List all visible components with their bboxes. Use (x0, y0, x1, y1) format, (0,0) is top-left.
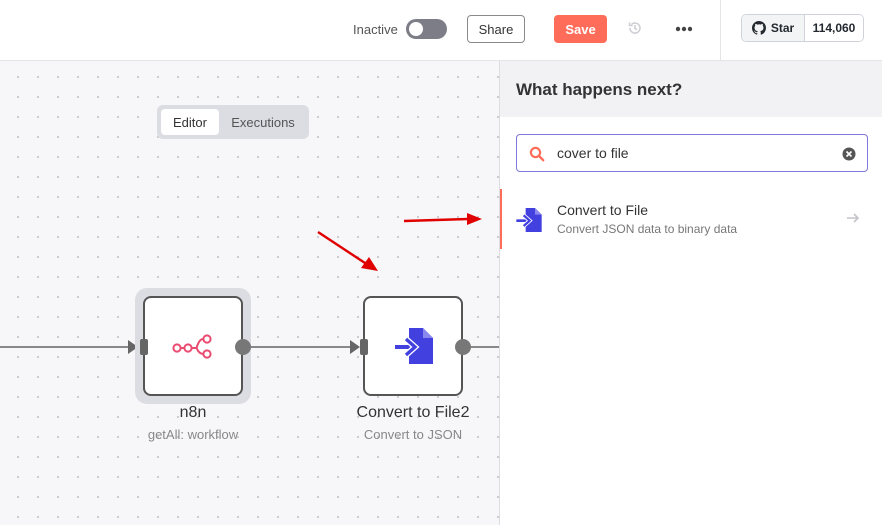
convert-to-file-icon (395, 328, 433, 364)
edge-arrowhead-icon (350, 340, 360, 354)
workflow-node-convert-to-file2[interactable] (363, 296, 463, 396)
search-icon (529, 146, 545, 162)
result-description: Convert JSON data to binary data (557, 222, 738, 236)
github-star-button[interactable]: Star (742, 15, 805, 41)
clear-search-icon[interactable] (842, 147, 856, 161)
github-icon (751, 21, 766, 35)
connection-edge (470, 346, 499, 348)
n8n-logo-icon (172, 334, 212, 359)
arrow-right-icon (847, 213, 860, 223)
toggle-knob (409, 22, 423, 36)
more-options-icon[interactable] (675, 26, 693, 32)
node-output-handle[interactable] (455, 339, 471, 355)
tab-executions[interactable]: Executions (221, 109, 305, 135)
node-output-handle[interactable] (235, 339, 251, 355)
connection-edge (250, 346, 354, 348)
node-title: Convert to File2 (356, 404, 470, 421)
node-input-handle[interactable] (360, 339, 368, 355)
panel-title: What happens next? (516, 80, 683, 99)
github-star-label: Star (770, 21, 795, 35)
panel-header: What happens next? (500, 61, 882, 117)
node-search-box[interactable] (516, 134, 868, 172)
connection-edge (0, 346, 133, 348)
share-button[interactable]: Share (467, 15, 525, 43)
active-status-label: Inactive (353, 22, 398, 37)
node-subtitle: Convert to JSON (363, 427, 463, 442)
tab-editor[interactable]: Editor (161, 109, 219, 135)
workflow-node-n8n[interactable] (143, 296, 243, 396)
result-title: Convert to File (557, 202, 649, 218)
node-input-handle[interactable] (140, 339, 148, 355)
view-tabs: Editor Executions (157, 105, 309, 139)
header-divider (720, 0, 721, 61)
github-star-count[interactable]: 114,060 (805, 15, 863, 41)
search-result-item[interactable]: Convert to File Convert JSON data to bin… (500, 189, 882, 249)
convert-to-file-icon (516, 208, 542, 232)
search-input[interactable] (557, 143, 827, 163)
history-icon[interactable] (627, 20, 643, 36)
result-highlight-bar (500, 189, 502, 249)
workflow-canvas[interactable]: Editor Executions (0, 61, 499, 525)
active-toggle[interactable] (406, 19, 447, 39)
node-creator-panel: What happens next? Convert to File Conve… (499, 61, 882, 525)
node-title: n8n (179, 404, 207, 421)
github-star-widget[interactable]: Star 114,060 (741, 14, 864, 42)
node-subtitle: getAll: workflow (147, 427, 239, 442)
save-button[interactable]: Save (554, 15, 607, 43)
top-bar: Inactive Share Save Star 114,060 (0, 0, 882, 61)
